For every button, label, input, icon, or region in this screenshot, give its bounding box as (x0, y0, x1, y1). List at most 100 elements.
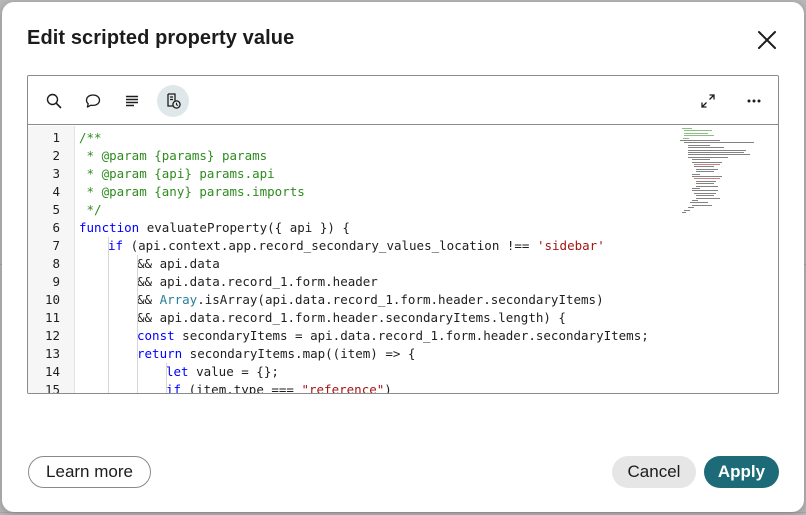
code-text: if (item.type === "reference") (166, 381, 392, 394)
code-text: let value = {}; (166, 363, 279, 381)
minimap-line (688, 154, 750, 156)
line-number: 11 (44, 310, 60, 325)
minimap-line (688, 156, 728, 158)
editor-toolbar (28, 76, 778, 125)
code-line[interactable]: 4 * @param {any} params.imports (28, 183, 668, 201)
dialog-title: Edit scripted property value (27, 27, 295, 49)
code-token: && (137, 292, 160, 307)
minimap-line (688, 147, 724, 149)
code-token: return (137, 346, 183, 361)
code-token: "reference" (301, 382, 385, 394)
code-text: const secondaryItems = api.data.record_1… (137, 327, 649, 345)
minimap-line (696, 171, 714, 173)
minimap-line (684, 132, 708, 134)
code-token: value = {}; (188, 364, 279, 379)
code-token: ) (384, 382, 392, 394)
minimap-line (696, 195, 714, 197)
minimap-line (696, 197, 720, 199)
code-line[interactable]: 11 && api.data.record_1.form.header.secon… (28, 309, 668, 327)
code-text: && api.data (137, 255, 220, 273)
minimap-line (692, 204, 712, 206)
minimap-line (692, 161, 722, 163)
backdrop-divider (0, 512, 806, 513)
more-button[interactable] (738, 85, 770, 117)
minimap-line (692, 188, 700, 189)
code-token: if (108, 238, 124, 253)
cancel-button[interactable]: Cancel (612, 456, 696, 488)
code-token: && api.data (137, 256, 220, 271)
code-token: (item.type === (181, 382, 302, 394)
minimap-line (696, 168, 718, 170)
search-icon (46, 93, 62, 109)
line-number: 2 (52, 148, 60, 163)
code-line[interactable]: 8 && api.data (28, 255, 668, 273)
code-text: */ (79, 201, 102, 219)
search-button[interactable] (38, 85, 70, 117)
code-line[interactable]: 9 && api.data.record_1.form.header (28, 273, 668, 291)
learn-more-button[interactable]: Learn more (28, 456, 151, 488)
code-token: && api.data.record_1.form.header (137, 274, 378, 289)
code-token: evaluateProperty({ api }) { (139, 220, 350, 235)
line-number: 14 (44, 364, 60, 379)
more-horizontal-icon (747, 99, 761, 103)
code-line[interactable]: 15 if (item.type === "reference") (28, 381, 668, 394)
line-number: 3 (52, 166, 60, 181)
code-token: Array (159, 292, 198, 307)
minimap-line (694, 164, 720, 165)
code-token: .isArray(api.data.record_1.form.header.s… (197, 292, 604, 307)
minimap-line (696, 183, 714, 185)
script-includes-button[interactable] (157, 85, 189, 117)
code-line[interactable]: 6 function evaluateProperty({ api }) { (28, 219, 668, 237)
code-text: function evaluateProperty({ api }) { (79, 219, 350, 237)
code-text: * @param {params} params (79, 147, 268, 165)
code-line[interactable]: 2 * @param {params} params (28, 147, 668, 165)
code-minimap[interactable] (680, 126, 770, 226)
line-number: 9 (52, 274, 60, 289)
code-text: && api.data.record_1.form.header (137, 273, 378, 291)
code-line[interactable]: 1 /** (28, 129, 668, 147)
code-line[interactable]: 3 * @param {api} params.api (28, 165, 668, 183)
code-text: if (api.context.app.record_secondary_val… (108, 237, 605, 255)
minimap-line (682, 212, 686, 213)
code-line[interactable]: 7 if (api.context.app.record_secondary_va… (28, 237, 668, 255)
expand-button[interactable] (692, 85, 724, 117)
code-text: && api.data.record_1.form.header.seconda… (137, 309, 566, 327)
code-token: let (166, 364, 189, 379)
minimap-line (694, 178, 720, 180)
indent-guide (166, 363, 167, 393)
minimap-line (688, 152, 744, 153)
indent-guide (108, 237, 109, 393)
script-badge-icon (167, 93, 181, 109)
minimap-line (680, 140, 720, 141)
line-number: 13 (44, 346, 60, 361)
code-token: function (79, 220, 140, 235)
minimap-line (688, 207, 694, 209)
minimap-line (690, 202, 708, 204)
code-text: return secondaryItems.map((item) => { (137, 345, 415, 363)
code-token: */ (79, 202, 102, 217)
code-area[interactable]: 1/** 2 * @param {params} params 3 * @param… (28, 126, 778, 394)
code-line[interactable]: 5 */ (28, 201, 668, 219)
code-token: if (166, 382, 182, 394)
code-token: (api.context.app.record_secondary_values… (123, 238, 537, 253)
comment-button[interactable] (77, 85, 109, 117)
line-number: 12 (44, 328, 60, 343)
code-line[interactable]: 14 let value = {}; (28, 363, 668, 381)
minimap-line (684, 209, 690, 211)
minimap-line (683, 137, 689, 139)
code-line[interactable]: 10 && Array.isArray(api.data.record_1.for… (28, 291, 668, 309)
code-line[interactable]: 12 const secondaryItems = api.data.record… (28, 327, 668, 345)
line-number: 15 (44, 382, 60, 394)
minimap-line (688, 149, 746, 151)
line-number: 8 (52, 256, 60, 271)
minimap-line (684, 135, 714, 137)
format-button[interactable] (116, 85, 148, 117)
code-token: /** (79, 130, 102, 145)
code-token: * @param {params} params (79, 148, 268, 163)
minimap-line (692, 159, 710, 161)
apply-button[interactable]: Apply (704, 456, 779, 488)
edit-script-dialog: Edit scripted property value 1 /** 2 * @… (2, 2, 804, 512)
close-button[interactable] (751, 24, 783, 56)
code-line[interactable]: 13 return secondaryItems.map((item) => { (28, 345, 668, 363)
minimap-line (682, 128, 692, 129)
